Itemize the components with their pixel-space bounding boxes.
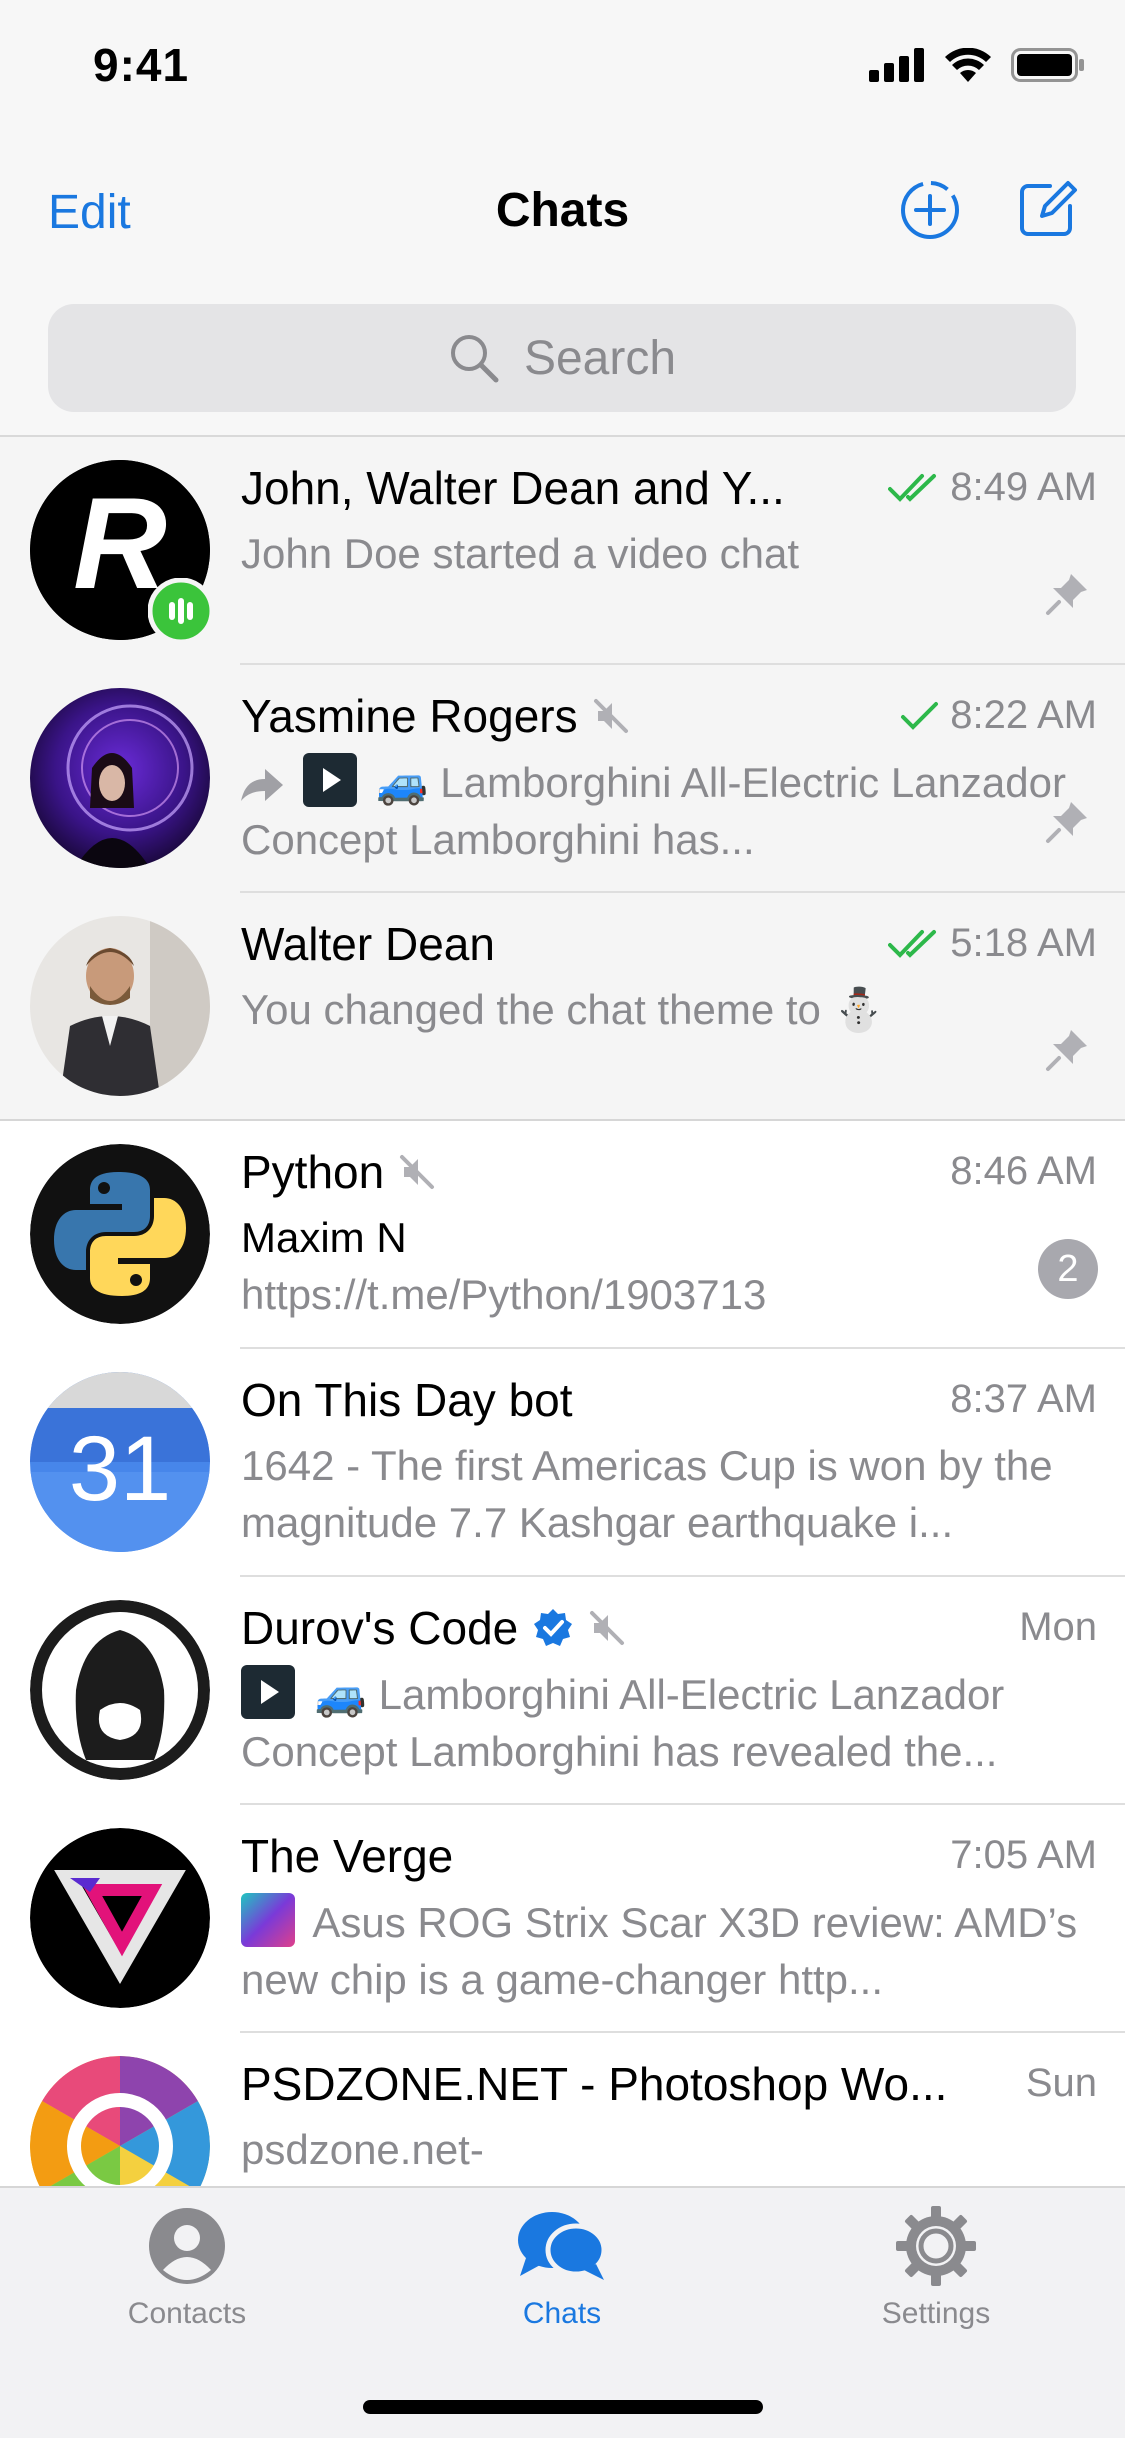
- chat-preview: John Doe started a video chat: [241, 530, 800, 577]
- gear-icon: [896, 2206, 976, 2286]
- battery-icon: [1011, 48, 1084, 82]
- chat-time: 8:46 AM: [950, 1149, 1097, 1193]
- chat-row[interactable]: The Verge 7:05 AM Asus ROG Strix Scar X3…: [0, 1805, 1125, 2033]
- chat-time: 8:49 AM: [888, 465, 1097, 510]
- chat-row[interactable]: Durov's Code Mon 🚙 Lamborghini All-Elect…: [0, 1577, 1125, 1805]
- video-thumbnail: [302, 753, 357, 807]
- avatar: [30, 688, 210, 868]
- person-icon: [149, 2208, 225, 2284]
- play-icon: [322, 768, 341, 792]
- chat-time: 8:37 AM: [950, 1377, 1097, 1421]
- tab-label: Contacts: [127, 2297, 247, 2330]
- tab-bar: Contacts Chats Settings: [0, 2186, 1125, 2438]
- chat-name: Yasmine Rogers: [241, 689, 630, 743]
- unread-badge: 2: [1038, 1239, 1098, 1299]
- chat-name: Walter Dean: [241, 918, 495, 970]
- status-bar: 9:41: [0, 0, 1125, 140]
- chat-name: Python: [241, 1145, 436, 1199]
- pin-icon: [1046, 1030, 1087, 1071]
- chat-name: PSDZONE.NET - Photoshop Wo...: [241, 2058, 948, 2110]
- verified-badge-icon: [534, 1609, 573, 1646]
- chat-bubbles-icon: [518, 2212, 607, 2280]
- tab-contacts[interactable]: Contacts: [57, 2206, 317, 2331]
- avatar: [30, 1600, 210, 1780]
- search-input[interactable]: Search: [48, 304, 1076, 412]
- chat-preview: 🚙 Lamborghini All-Electric Lanzador Conc…: [241, 1665, 1101, 1779]
- chat-name: John, Walter Dean and Y...: [241, 462, 785, 514]
- chat-time: 7:05 AM: [950, 1833, 1097, 1877]
- compose-icon[interactable]: [1016, 178, 1078, 240]
- chat-time: 8:22 AM: [900, 693, 1097, 738]
- verge-logo-avatar: [30, 1828, 210, 2008]
- calendar-day-number: 31: [69, 1418, 171, 1520]
- muted-icon: [400, 1155, 435, 1189]
- forward-icon: [241, 769, 283, 801]
- portrait-avatar: [30, 688, 210, 868]
- double-check-icon: [888, 929, 937, 958]
- tab-label: Settings: [881, 2297, 991, 2330]
- chat-row[interactable]: Python 8:46 AM Maxim N https://t.me/Pyth…: [0, 1121, 1125, 1349]
- status-icons: [869, 48, 1085, 82]
- play-icon: [261, 1680, 279, 1704]
- avatar: R: [30, 460, 214, 644]
- muted-icon: [593, 699, 628, 733]
- muted-icon: [590, 1611, 625, 1645]
- search-placeholder: Search: [523, 331, 677, 385]
- chat-row[interactable]: Walter Dean 5:18 AM You changed the chat…: [0, 893, 1125, 1121]
- avatar: 31: [30, 1372, 210, 1552]
- chat-time: Mon: [1019, 1605, 1097, 1649]
- tab-chats[interactable]: Chats: [432, 2206, 692, 2331]
- double-check-icon: [888, 473, 937, 502]
- avatar: [30, 1144, 210, 1324]
- search-icon: [450, 335, 499, 383]
- single-check-icon: [901, 701, 939, 730]
- hooded-figure-avatar: [30, 1600, 210, 1780]
- chat-preview: Maxim N https://t.me/Python/1903713: [241, 1209, 1101, 1323]
- chat-time: 5:18 AM: [888, 921, 1097, 966]
- message-sender: Maxim N: [241, 1214, 407, 1261]
- tab-label: Chats: [522, 2297, 602, 2330]
- home-indicator: [363, 2400, 763, 2414]
- pin-icon: [1046, 802, 1087, 843]
- chat-list: R John, Walter Dean and Y... 8:49 AM Joh…: [0, 437, 1125, 2261]
- portrait-avatar: [30, 916, 210, 1096]
- tab-settings[interactable]: Settings: [806, 2206, 1066, 2331]
- chat-time: Sun: [1025, 2061, 1097, 2105]
- new-story-icon[interactable]: [898, 178, 962, 242]
- chat-row[interactable]: R John, Walter Dean and Y... 8:49 AM Joh…: [0, 437, 1125, 665]
- status-time: 9:41: [93, 39, 190, 91]
- chat-row[interactable]: 31 On This Day bot 8:37 AM 1642 - The fi…: [0, 1349, 1125, 1577]
- search-area: Search: [0, 290, 1125, 437]
- chat-preview: 🚙 Lamborghini All-Electric Lanzador Conc…: [241, 753, 1101, 868]
- chat-preview: 1642 - The first Americas Cup is won by …: [241, 1442, 1053, 1546]
- chat-preview: psdzone.net-: [241, 2126, 484, 2173]
- avatar: [30, 916, 210, 1096]
- cellular-signal-icon: [869, 48, 924, 82]
- video-thumbnail: [241, 1665, 295, 1719]
- message-text: https://t.me/Python/1903713: [241, 1271, 767, 1318]
- chat-preview: Asus ROG Strix Scar X3D review: AMD’s ne…: [241, 1893, 1101, 2007]
- calendar-avatar: 31: [30, 1372, 210, 1552]
- chat-name: On This Day bot: [241, 1374, 573, 1426]
- chat-name: The Verge: [241, 1830, 454, 1882]
- avatar: [30, 1828, 210, 2008]
- chat-preview: You changed the chat theme to ⛄: [241, 986, 885, 1033]
- chat-name: Durov's Code: [241, 1601, 626, 1655]
- wifi-icon: [945, 48, 991, 82]
- chat-row[interactable]: Yasmine Rogers 8:22 AM 🚙 Lamborghini All…: [0, 665, 1125, 893]
- article-thumbnail: [241, 1893, 295, 1947]
- voice-chat-icon: [148, 578, 214, 644]
- python-logo-avatar: [30, 1144, 210, 1324]
- pin-icon: [1046, 574, 1087, 615]
